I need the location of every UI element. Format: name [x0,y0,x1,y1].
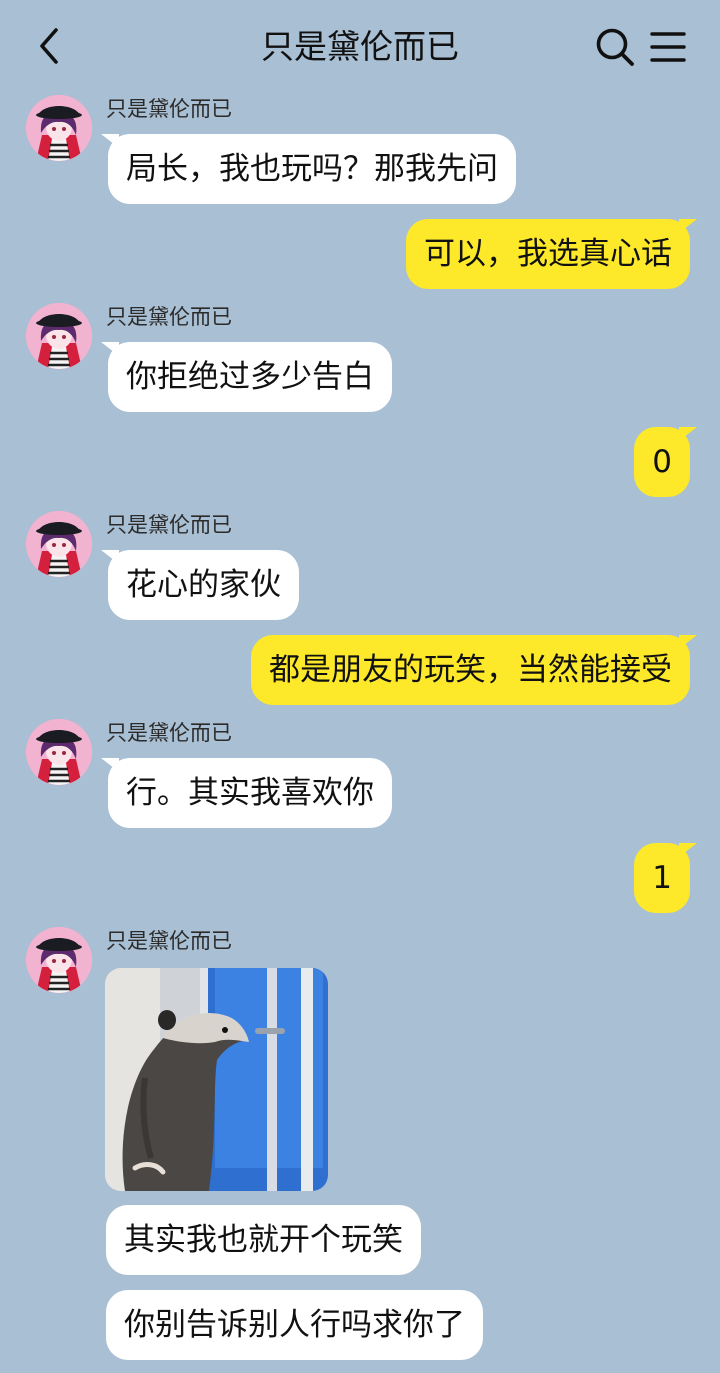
sender-name: 只是黛伦而已 [106,513,232,537]
search-button[interactable] [594,26,636,68]
incoming-message-bubble[interactable]: 你别告诉别人行吗求你了 [106,1290,483,1360]
sender-name: 只是黛伦而已 [106,929,232,953]
incoming-message-bubble[interactable]: 你拒绝过多少告白 [101,342,392,412]
avatar[interactable] [26,719,92,785]
outgoing-message-bubble[interactable]: 都是朋友的玩笑，当然能接受 [251,635,697,705]
menu-button[interactable] [648,28,688,66]
outgoing-message-bubble[interactable]: 0 [634,427,697,497]
anime-girl-avatar-icon [26,303,92,369]
anime-girl-avatar-icon [26,927,92,993]
anime-girl-avatar-icon [26,511,92,577]
avatar[interactable] [26,927,92,993]
anime-girl-avatar-icon [26,95,92,161]
sender-name: 只是黛伦而已 [106,305,232,329]
avatar[interactable] [26,511,92,577]
hamburger-menu-icon [650,32,686,62]
image-message[interactable] [105,968,328,1191]
chat-screen: 只是黛伦而已 只是黛伦而已 局长，我也玩吗？那我先问 可以，我选真心话 只是黛伦… [0,0,720,1373]
sender-name: 只是黛伦而已 [106,97,232,121]
avatar[interactable] [26,95,92,161]
chat-header: 只是黛伦而已 [0,0,720,92]
incoming-message-bubble[interactable]: 局长，我也玩吗？那我先问 [101,134,516,204]
outgoing-message-bubble[interactable]: 可以，我选真心话 [406,219,697,289]
avatar[interactable] [26,303,92,369]
incoming-message-bubble[interactable]: 花心的家伙 [101,550,299,620]
outgoing-message-bubble[interactable]: 1 [634,843,697,913]
anime-girl-avatar-icon [26,719,92,785]
incoming-message-bubble[interactable]: 行。其实我喜欢你 [101,758,392,828]
sender-name: 只是黛伦而已 [106,721,232,745]
search-icon [596,28,634,66]
opossum-at-window-image [105,968,328,1191]
incoming-message-bubble[interactable]: 其实我也就开个玩笑 [106,1205,421,1275]
